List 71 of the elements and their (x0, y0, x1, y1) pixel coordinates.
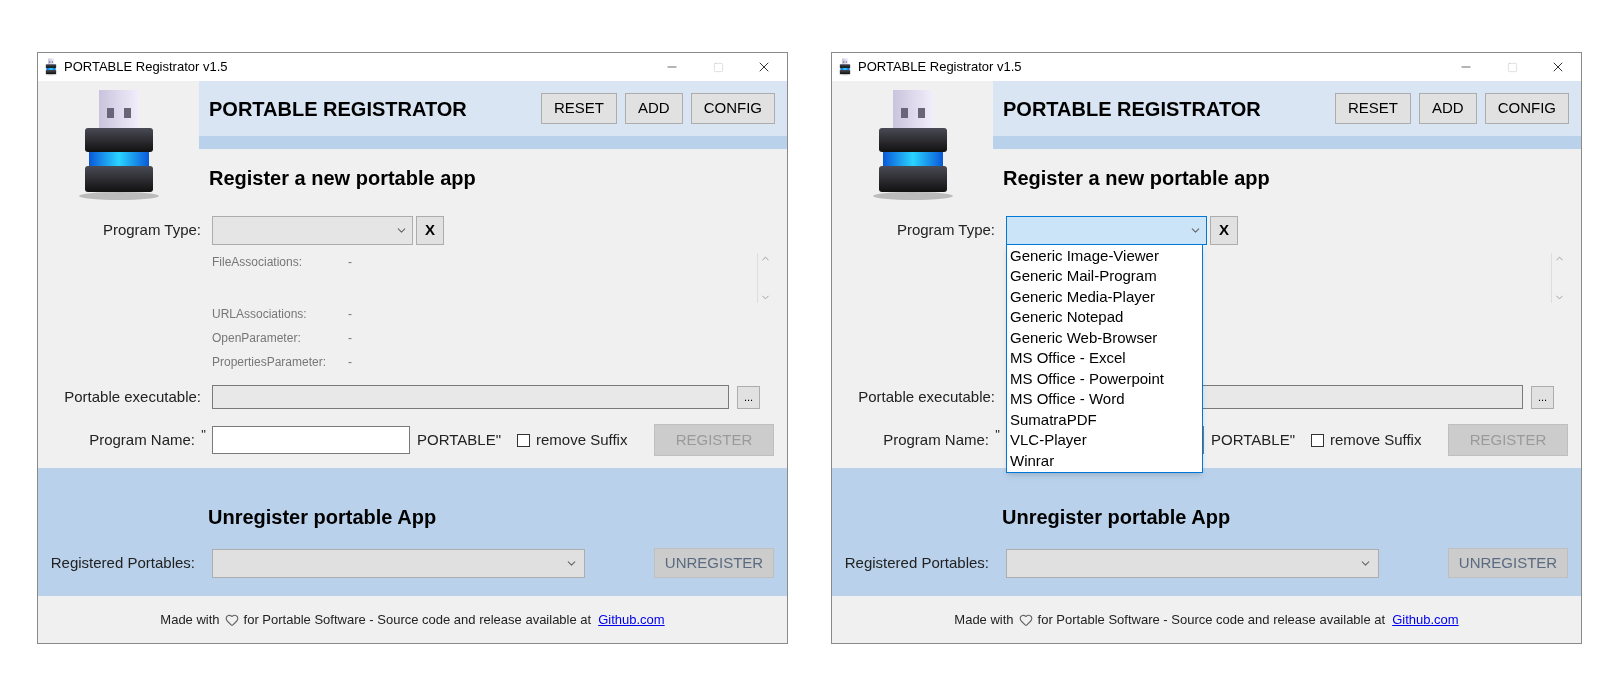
detail-value: - (348, 254, 352, 271)
dropdown-option[interactable]: Generic Image-Viewer (1007, 245, 1202, 266)
quote-mark: " (994, 426, 1001, 444)
field-label: Program Name: (882, 429, 989, 450)
footer-text: for Portable Software - Source code and release available at (243, 610, 592, 629)
header-button[interactable]: RESET (1334, 93, 1411, 124)
header-button[interactable]: ADD (625, 93, 683, 124)
field-label: Program Name: (88, 429, 195, 450)
dropdown-option[interactable]: Generic Media-Player (1007, 286, 1202, 307)
checkbox-label: remove Suffix (535, 429, 628, 450)
footer-text: Made with (160, 610, 220, 629)
detail-label: URLAssociations: (212, 306, 308, 323)
suffix-label: PORTABLE" (417, 429, 501, 450)
checkbox[interactable] (1310, 433, 1324, 447)
github-link[interactable]: Github.com (598, 609, 665, 630)
program-name-field[interactable] (212, 426, 410, 454)
detail-value: - (348, 354, 352, 371)
clear-button[interactable]: X (416, 215, 444, 245)
clear-button[interactable]: X (1210, 215, 1238, 245)
checkbox-label: remove Suffix (1329, 429, 1422, 450)
footer-text: for Portable Software - Source code and release available at (1037, 610, 1386, 629)
section-title: Unregister portable App (208, 505, 437, 530)
dropdown-option[interactable]: Generic Web-Browser (1007, 327, 1202, 348)
registered-portables-dropdown[interactable] (1006, 548, 1379, 578)
dropdown-option[interactable]: VLC-Player (1007, 430, 1202, 451)
checkbox[interactable] (516, 433, 530, 447)
field-label: Portable executable: (857, 386, 995, 407)
program-type-dropdown[interactable] (1006, 215, 1207, 245)
maximize-icon (1506, 61, 1518, 73)
footer-text: Made with (954, 610, 1014, 629)
detail-label: FileAssociations: (212, 254, 304, 271)
dropdown-option[interactable]: Winrar (1007, 450, 1202, 471)
dropdown-option[interactable]: MS Office - Excel (1007, 348, 1202, 369)
heart-icon (224, 612, 239, 627)
registered-portables-dropdown[interactable] (212, 548, 585, 578)
quote-mark: " (200, 426, 207, 444)
field-label: Program Type: (895, 219, 995, 240)
heart-icon (1018, 612, 1033, 627)
executable-field[interactable] (212, 385, 729, 409)
dropdown-option[interactable]: MS Office - Word (1007, 389, 1202, 410)
app-icon (44, 58, 58, 76)
app-heading: PORTABLE REGISTRATOR (1003, 96, 1261, 122)
app-icon (838, 58, 852, 76)
header-button[interactable]: CONFIG (1484, 93, 1569, 124)
browse-button[interactable]: ... (1531, 385, 1554, 409)
maximize-icon (712, 61, 724, 73)
section-title: Register a new portable app (209, 165, 476, 191)
suffix-label: PORTABLE" (1211, 429, 1295, 450)
program-type-dropdown[interactable] (212, 215, 413, 245)
detail-value: - (348, 330, 352, 347)
github-link[interactable]: Github.com (1392, 609, 1459, 630)
detail-value: - (348, 306, 352, 323)
section-title: Register a new portable app (1003, 165, 1270, 191)
header-button[interactable]: RESET (540, 93, 617, 124)
dropdown-option[interactable]: SumatraPDF (1007, 409, 1202, 430)
field-label: Registered Portables: (49, 552, 195, 573)
detail-label: PropertiesParameter: (212, 354, 328, 371)
dropdown-option[interactable]: Generic Notepad (1007, 307, 1202, 328)
browse-button[interactable]: ... (737, 385, 760, 409)
section-title: Unregister portable App (1002, 505, 1231, 530)
detail-label: OpenParameter: (212, 330, 302, 347)
field-label: Program Type: (101, 219, 201, 240)
window-title: PORTABLE Registrator v1.5 (64, 58, 228, 77)
dropdown-option[interactable]: MS Office - Powerpoint (1007, 368, 1202, 389)
header-button[interactable]: CONFIG (690, 93, 775, 124)
field-label: Registered Portables: (843, 552, 989, 573)
header-button[interactable]: ADD (1419, 93, 1477, 124)
field-label: Portable executable: (63, 386, 201, 407)
dropdown-option[interactable]: Generic Mail-Program (1007, 266, 1202, 287)
app-heading: PORTABLE REGISTRATOR (209, 96, 467, 122)
window-title: PORTABLE Registrator v1.5 (858, 58, 1022, 77)
